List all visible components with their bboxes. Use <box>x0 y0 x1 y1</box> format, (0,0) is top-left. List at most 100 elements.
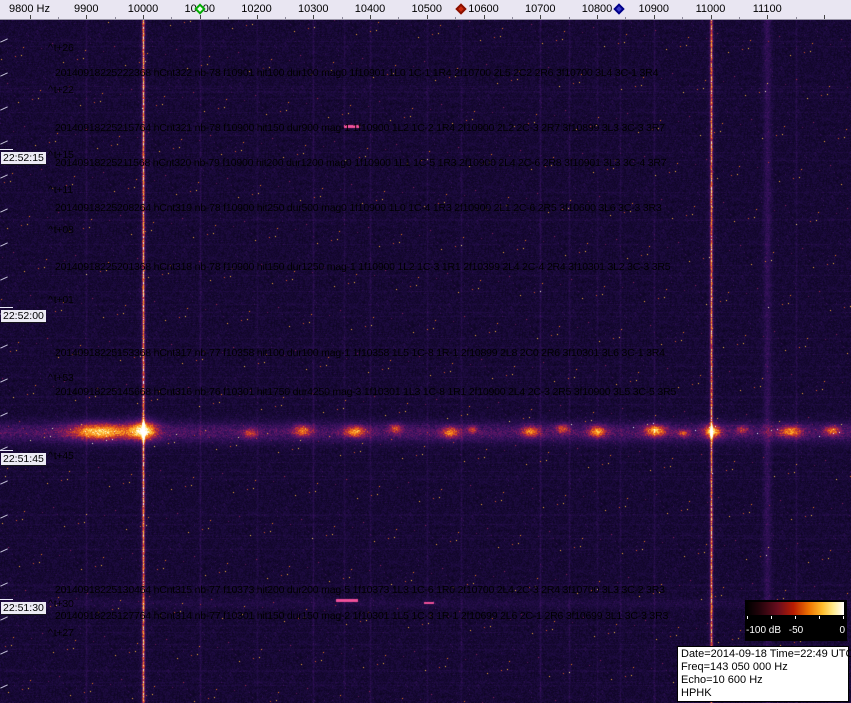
tick-caret-icon: ^ <box>48 184 53 196</box>
tick-caret-icon: ^ <box>48 294 53 306</box>
freq-label: 11100 <box>752 3 782 15</box>
time-offset-label: ^t+01 <box>48 294 74 306</box>
freq-tick <box>455 17 456 19</box>
tick-caret-icon: ^ <box>48 450 53 462</box>
tick-caret-icon: ^ <box>48 372 53 384</box>
freq-tick <box>711 15 712 19</box>
color-scale-gradient <box>747 602 844 615</box>
freq-tick <box>824 15 825 19</box>
time-offset-label: ^t+45 <box>48 450 74 462</box>
time-offset-label: ^t+11 <box>48 184 73 196</box>
time-offset-label: ^t+15 <box>48 149 74 161</box>
freq-tick <box>115 17 116 19</box>
time-offset-text: t+08 <box>53 224 74 236</box>
legend-tick <box>795 616 796 619</box>
freq-tick <box>654 15 655 19</box>
tick-caret-icon: ^ <box>48 42 53 54</box>
observation-info-box: Date=2014-09-18 Time=22:49 UTC Freq=143 … <box>677 646 851 702</box>
freq-label: 10000 <box>127 3 159 15</box>
freq-tick <box>58 17 59 19</box>
freq-tick <box>597 15 598 19</box>
info-frequency: Freq=143 050 000 Hz <box>681 661 788 673</box>
tick-caret-icon: ^ <box>48 627 53 639</box>
time-offset-label: ^t+53 <box>48 372 74 384</box>
time-offset-label: ^t+26 <box>48 42 74 54</box>
freq-tick <box>427 15 428 19</box>
tick-caret-icon: ^ <box>48 598 53 610</box>
info-station-id: HPHK <box>681 687 712 699</box>
time-offset-label: ^t+08 <box>48 224 74 236</box>
time-offset-text: t+45 <box>53 450 74 462</box>
detection-line: 20140918225222368 hCnt322 nb-78 f10901 h… <box>55 67 659 79</box>
legend-tick <box>747 616 748 619</box>
freq-tick <box>484 15 485 19</box>
time-tick-line <box>0 149 13 150</box>
freq-label: 9900 <box>74 3 99 15</box>
freq-label: 10700 <box>524 3 556 15</box>
freq-label: 10200 <box>241 3 272 15</box>
time-tick-line <box>0 307 13 308</box>
detection-line: 20140918225211568 hCnt320 nb-79 f10900 h… <box>55 157 667 169</box>
freq-tick <box>398 17 399 19</box>
legend-tick <box>843 616 844 619</box>
freq-tick <box>171 17 172 19</box>
time-tick-line <box>0 450 13 451</box>
time-offset-label: ^t+22 <box>48 84 74 96</box>
freq-marker-red-diamond-icon[interactable] <box>455 3 467 15</box>
detection-line: 20140918225145668 hCnt316 nb-76 f10301 h… <box>55 386 677 398</box>
freq-label: 9800 Hz <box>9 3 50 15</box>
freq-tick <box>370 15 371 19</box>
detection-line: 20140918225215764 hCnt321 nb-78 f10900 h… <box>55 122 665 134</box>
time-offset-text: t+53 <box>53 372 74 384</box>
freq-tick <box>30 15 31 19</box>
freq-label: 10600 <box>468 3 499 15</box>
frequency-axis: 9800 Hz990010000101001020010300104001050… <box>0 0 851 20</box>
detection-line: 20140918225208264 hCnt319 nb-78 f10900 h… <box>55 202 662 214</box>
clock-time-label: 22:51:45 <box>1 453 46 466</box>
time-offset-text: t+22 <box>53 84 74 96</box>
spectrogram-display: 9800 Hz990010000101001020010300104001050… <box>0 0 851 703</box>
freq-tick <box>682 17 683 19</box>
info-date-time: Date=2014-09-18 Time=22:49 UTC <box>681 648 851 660</box>
freq-tick <box>540 15 541 19</box>
freq-tick <box>285 17 286 19</box>
freq-label: 10900 <box>638 3 670 15</box>
freq-label: 11000 <box>695 3 726 15</box>
freq-tick <box>143 15 144 19</box>
freq-tick <box>767 15 768 19</box>
tick-caret-icon: ^ <box>48 149 53 161</box>
freq-tick <box>625 17 626 19</box>
time-offset-text: t+27 <box>53 627 74 639</box>
time-offset-label: ^t+30 <box>48 598 74 610</box>
info-echo: Echo=10 600 Hz <box>681 674 763 686</box>
freq-tick <box>796 17 797 19</box>
freq-tick <box>569 17 570 19</box>
legend-label-mid: -50 <box>788 625 804 636</box>
time-offset-label: ^t+27 <box>48 627 74 639</box>
tick-caret-icon: ^ <box>48 224 53 236</box>
freq-tick <box>86 15 87 19</box>
freq-tick <box>313 15 314 19</box>
clock-time-label: 22:51:30 <box>1 602 46 615</box>
tick-caret-icon: ^ <box>48 84 53 96</box>
detection-line: 20140918225153368 hCnt317 nb-77 f10358 h… <box>55 347 665 359</box>
legend-tick <box>819 616 820 619</box>
freq-tick <box>739 17 740 19</box>
color-scale-legend: -100 dB -50 0 <box>745 600 847 641</box>
legend-label-min: -100 dB <box>746 625 782 636</box>
detection-line: 20140918225201368 hCnt318 nb-78 f10900 h… <box>55 261 671 273</box>
freq-label: 10400 <box>354 3 386 15</box>
clock-time-label: 22:52:15 <box>1 152 46 165</box>
time-offset-text: t+11 <box>53 184 73 196</box>
time-offset-text: t+30 <box>53 598 74 610</box>
freq-tick <box>512 17 513 19</box>
freq-label: 10300 <box>297 3 329 15</box>
legend-label-max: 0 <box>839 625 845 636</box>
detection-line: 20140918225127764 hCnt314 nb-77 f10301 h… <box>55 610 669 622</box>
freq-marker-blue-diamond-icon[interactable] <box>612 3 625 15</box>
time-tick-line <box>0 599 13 600</box>
legend-tick <box>771 616 772 619</box>
time-offset-text: t+15 <box>53 149 74 161</box>
clock-time-label: 22:52:00 <box>1 310 46 323</box>
time-offset-text: t+01 <box>53 294 74 306</box>
